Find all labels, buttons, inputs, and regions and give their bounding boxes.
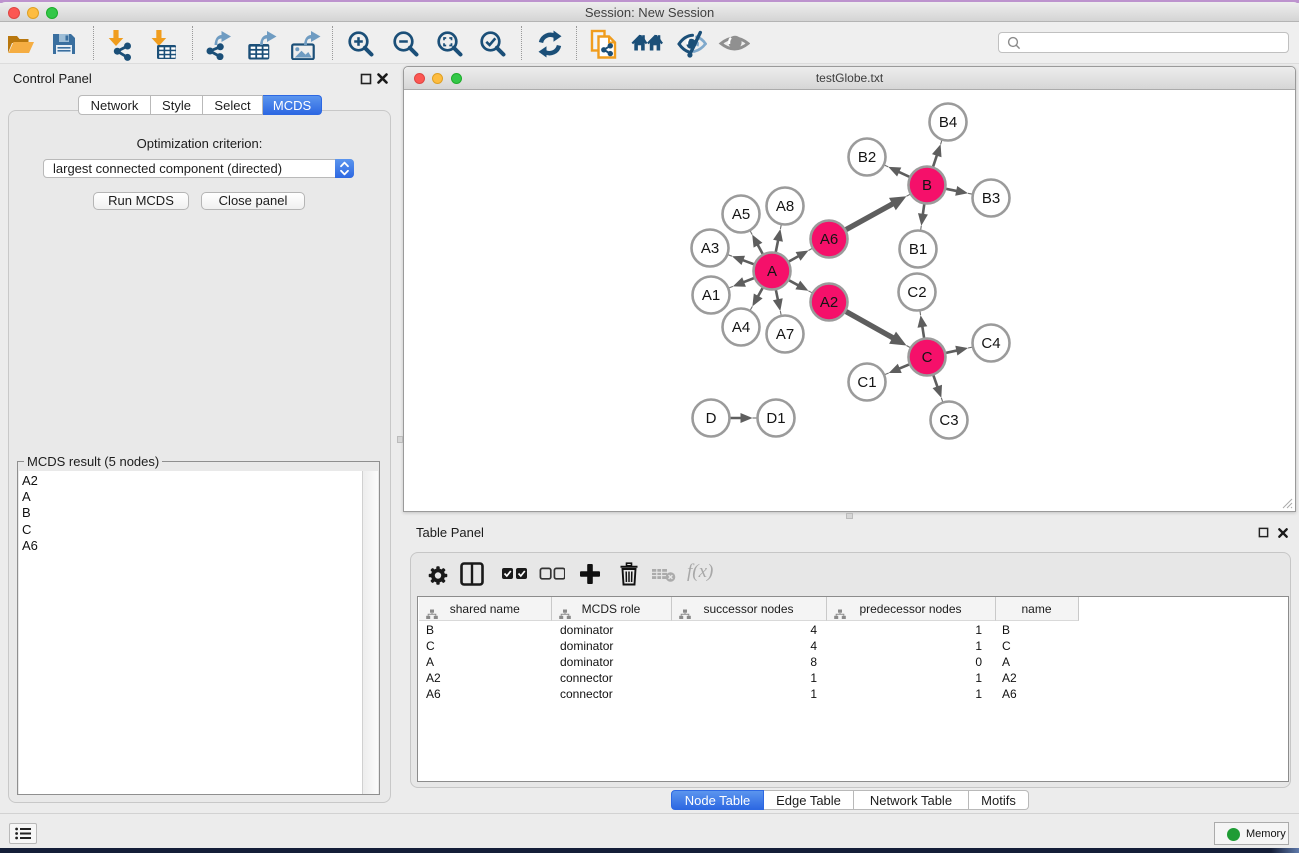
svg-text:C1: C1 (857, 374, 876, 391)
svg-text:D1: D1 (766, 410, 785, 427)
svg-text:A8: A8 (776, 198, 794, 215)
svg-text:A: A (767, 263, 777, 280)
svg-text:B4: B4 (939, 114, 957, 131)
svg-text:A4: A4 (732, 319, 750, 336)
svg-text:B1: B1 (909, 241, 927, 258)
svg-text:B: B (922, 177, 932, 194)
svg-text:B2: B2 (858, 149, 876, 166)
svg-text:C4: C4 (981, 335, 1000, 352)
svg-text:C3: C3 (939, 412, 958, 429)
svg-text:A7: A7 (776, 326, 794, 343)
svg-text:A5: A5 (732, 206, 750, 223)
svg-text:C: C (922, 349, 933, 366)
svg-text:D: D (706, 410, 717, 427)
svg-text:A6: A6 (820, 231, 838, 248)
svg-text:A2: A2 (820, 294, 838, 311)
svg-text:A1: A1 (702, 287, 720, 304)
svg-text:B3: B3 (982, 190, 1000, 207)
svg-text:C2: C2 (907, 284, 926, 301)
svg-text:A3: A3 (701, 240, 719, 257)
